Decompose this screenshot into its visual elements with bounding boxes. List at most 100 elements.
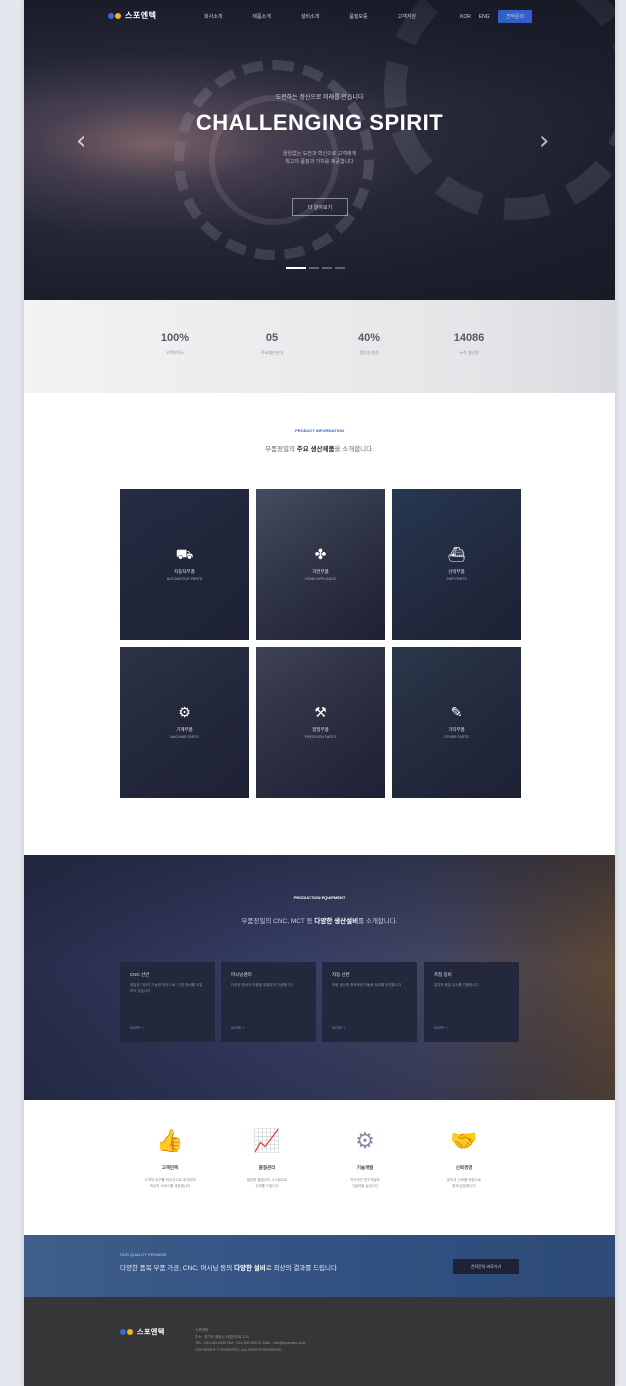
stat-value: 05 <box>265 332 279 344</box>
feature-title: 품질관리 <box>258 1165 276 1170</box>
feature-desc: 정직과 신뢰를 바탕으로 함께 성장합니다 <box>446 1178 482 1188</box>
product-tile-overlay <box>392 647 521 798</box>
footer-logo-text: 스포엔텍 <box>137 1329 165 1336</box>
menu-item[interactable]: 품질보증 <box>349 13 367 20</box>
hero-description: 끊임없는 도전과 혁신으로 고객에게 최고의 품질과 가치를 제공합니다 <box>254 150 385 166</box>
footer-line: TEL : 031-000-0000 FAX : 031-000-0001 E-… <box>195 1341 306 1345</box>
chart-icon: 📈 <box>253 1129 281 1154</box>
slide-dot[interactable] <box>335 267 345 269</box>
product-tile[interactable]: ⛟ 자동차부품 AUTOMOTIVE PARTS <box>120 489 249 640</box>
equipment-card[interactable]: 자동 선반 대량 생산에 최적화된 자동화 설비를 운영합니다 MORE + <box>322 962 417 1042</box>
equipment-section: PRODUCTION EQUIPMENT 부품정밀의 CNC, MCT 등 다양… <box>24 855 615 1100</box>
stat-item: 100% 고객만족도 <box>130 332 220 356</box>
equipment-card-desc: 다양한 형상의 부품을 정밀하게 가공합니다 <box>231 983 293 987</box>
product-tile-sub: OTHER PARTS <box>444 735 469 739</box>
product-tile-sub: PRECISION PARTS <box>304 735 337 739</box>
product-tile-overlay <box>392 489 521 640</box>
product-tile[interactable]: ⛴ 선박부품 SHIP PARTS <box>392 489 521 640</box>
hero-title: CHALLENGING SPIRIT <box>195 110 444 135</box>
products-title: 부품정밀의 주요 생산제품을 소개합니다. <box>265 446 374 453</box>
product-tile-label: 선박부품 <box>448 569 465 574</box>
feature-title: 고객만족 <box>161 1165 179 1170</box>
lang-kor-link[interactable]: KOR <box>460 14 471 20</box>
product-tile-label: 기계부품 <box>176 727 193 732</box>
top-nav: 스포엔텍 회사소개 제품소개 설비소개 품질보증 고객지원 KOR ENG 견적… <box>24 0 615 32</box>
chevron-right-icon[interactable]: › <box>539 128 549 154</box>
equipment-card[interactable]: 머시닝센터 다양한 형상의 부품을 정밀하게 가공합니다 MORE + <box>221 962 316 1042</box>
site-logo[interactable]: 스포엔텍 <box>108 10 156 21</box>
equipment-card-more-link[interactable]: MORE + <box>130 1026 144 1030</box>
car-icon: ⛟ <box>175 547 194 563</box>
machine-icon: ⚙ <box>178 705 191 721</box>
hero-section: 스포엔텍 회사소개 제품소개 설비소개 품질보증 고객지원 KOR ENG 견적… <box>24 0 615 300</box>
stat-item: 05 주요생산분야 <box>227 332 317 356</box>
slide-dot[interactable] <box>286 267 306 269</box>
stat-label: 누적 생산량 <box>459 350 479 355</box>
product-tile-overlay <box>256 647 385 798</box>
stat-value: 100% <box>160 332 190 344</box>
product-tile-sub: HOME APPLIANCE <box>305 577 336 581</box>
equipment-card-title: CNC 선반 <box>130 972 150 977</box>
product-tile-label: 가전부품 <box>312 569 329 574</box>
hero-description-line: 끊임없는 도전과 혁신으로 고객에게 <box>282 151 357 157</box>
feature-item: 🤝 신뢰경영 정직과 신뢰를 바탕으로 함께 성장합니다 <box>424 1127 504 1189</box>
product-tile-label: 정밀부품 <box>312 727 329 732</box>
stat-label: 주요생산분야 <box>260 350 284 355</box>
equipment-card[interactable]: 측정 장비 철저한 품질 검사를 진행합니다 MORE + <box>424 962 519 1042</box>
feature-desc: 고객의 요구를 최우선으로 생각하며 최상의 서비스를 제공합니다 <box>144 1178 196 1188</box>
logo-text: 스포엔텍 <box>125 11 157 20</box>
lang-eng-link[interactable]: ENG <box>479 14 490 20</box>
equipment-card-desc: 정밀한 가공이 가능한 최신 CNC 선반 장비를 보유하고 있습니다 <box>130 983 203 993</box>
slide-dot[interactable] <box>322 267 332 269</box>
equipment-card-title: 자동 선반 <box>332 972 350 977</box>
stat-item: 40% 생산성 향상 <box>324 332 414 356</box>
equipment-card-desc: 철저한 품질 검사를 진행합니다 <box>434 983 479 987</box>
quote-button[interactable]: 견적문의 <box>497 10 533 23</box>
equipment-card[interactable]: CNC 선반 정밀한 가공이 가능한 최신 CNC 선반 장비를 보유하고 있습… <box>120 962 215 1042</box>
footer-line: COPYRIGHT © SPOENTEC. ALL RIGHTS RESERVE… <box>195 1347 283 1352</box>
product-tile-sub: AUTOMOTIVE PARTS <box>166 577 203 581</box>
product-tile[interactable]: ⚒ 정밀부품 PRECISION PARTS <box>256 647 385 798</box>
equipment-card-more-link[interactable]: MORE + <box>332 1026 346 1030</box>
slide-dot[interactable] <box>309 267 319 269</box>
equipment-overlay <box>24 855 615 1100</box>
product-tile[interactable]: ⚙ 기계부품 MACHINE PARTS <box>120 647 249 798</box>
menu-item[interactable]: 고객지원 <box>398 13 416 20</box>
product-grid: ⛟ 자동차부품 AUTOMOTIVE PARTS ✤ 가전부품 HOME APPLIANC… <box>120 489 521 798</box>
product-tile-overlay <box>120 647 249 798</box>
chevron-left-icon[interactable]: ‹ <box>76 128 86 154</box>
cta-button[interactable]: 견적문의 바로가기 <box>453 1259 519 1274</box>
footer-logo[interactable]: 스포엔텍 <box>120 1327 165 1337</box>
stat-item: 14086 누적 생산량 <box>424 332 514 356</box>
gear-badge-icon: ⚙ <box>355 1129 375 1154</box>
menu-item[interactable]: 설비소개 <box>301 13 319 20</box>
equipment-eyebrow: PRODUCTION EQUIPMENT <box>293 895 346 900</box>
cta-title: 다양한 품목 부품 가공, CNC, 머시닝 등의 다양한 설비로 최상의 결과… <box>120 1265 337 1272</box>
main-menu: 회사소개 제품소개 설비소개 품질보증 고객지원 <box>204 13 416 20</box>
product-tile-overlay <box>256 489 385 640</box>
equipment-card-more-link[interactable]: MORE + <box>231 1026 245 1030</box>
stats-section: 100% 고객만족도 05 주요생산분야 40% 생산성 향상 14086 누적… <box>24 300 615 393</box>
product-tile-label: 자동차부품 <box>174 569 195 574</box>
product-tile[interactable]: ✤ 가전부품 HOME APPLIANCE <box>256 489 385 640</box>
hero-more-button[interactable]: 더 알아보기 <box>292 198 348 216</box>
feature-title: 기술개발 <box>356 1165 374 1170</box>
product-tile-sub: MACHINE PARTS <box>170 735 199 739</box>
stat-label: 고객만족도 <box>165 350 185 355</box>
page-frame: 스포엔텍 회사소개 제품소개 설비소개 품질보증 고객지원 KOR ENG 견적… <box>24 0 615 1386</box>
equipment-card-desc: 대량 생산에 최적화된 자동화 설비를 운영합니다 <box>332 983 402 987</box>
nav-utilities: KOR ENG 견적문의 <box>460 10 533 23</box>
equipment-card-title: 머시닝센터 <box>231 972 252 977</box>
thumbs-up-icon: 👍 <box>156 1129 184 1154</box>
product-tile[interactable]: ✎ 기타부품 OTHER PARTS <box>392 647 521 798</box>
stat-value: 14086 <box>453 332 485 344</box>
equipment-card-title: 측정 장비 <box>434 972 452 977</box>
menu-item[interactable]: 회사소개 <box>204 13 222 20</box>
logo-mark <box>120 1329 133 1335</box>
footer-info: 스포엔텍 주소 : 경기도 화성시 산업단지로 123 TEL : 031-00… <box>195 1327 306 1353</box>
feature-item: ⚙ 기술개발 지속적인 연구개발로 기술력을 높입니다 <box>325 1127 405 1189</box>
cta-banner: OUR QUALITY PROMISE 다양한 품목 부품 가공, CNC, 머… <box>24 1235 615 1297</box>
products-heading: PRODUCT INFORMATION 부품정밀의 주요 생산제품을 소개합니다… <box>24 428 615 453</box>
equipment-card-more-link[interactable]: MORE + <box>434 1026 448 1030</box>
menu-item[interactable]: 제품소개 <box>252 13 270 20</box>
